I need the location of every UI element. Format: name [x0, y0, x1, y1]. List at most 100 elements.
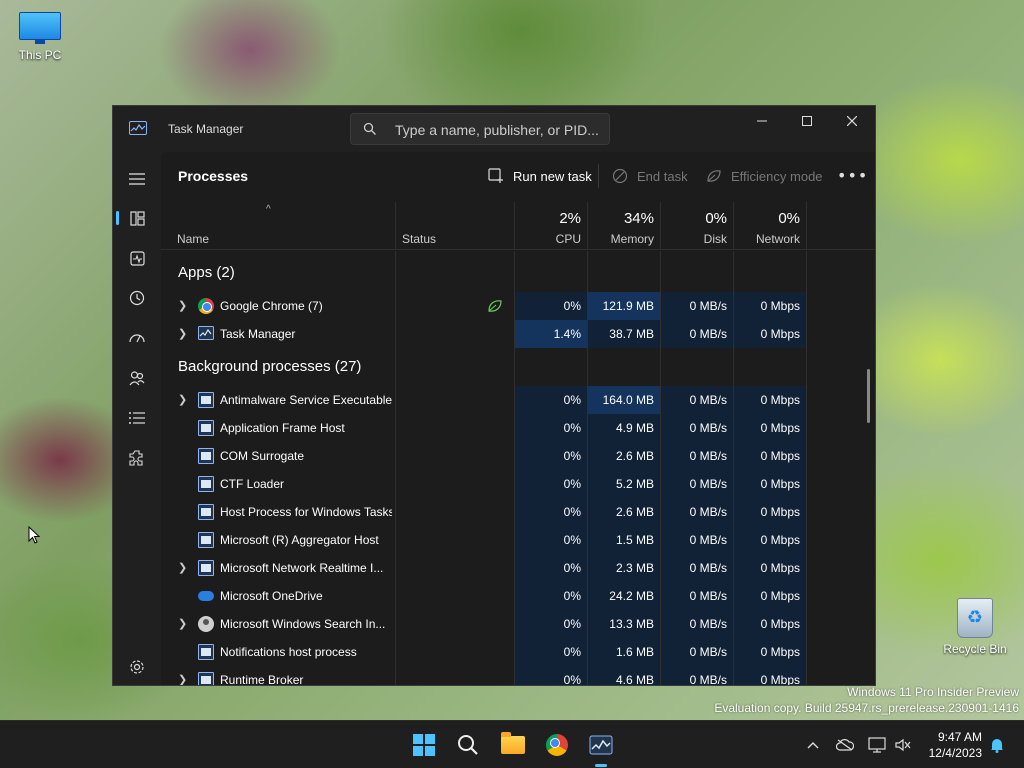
process-row-host-process-windows-tasks[interactable]: Host Process for Windows Tasks 0% 2.6 MB…: [161, 498, 875, 526]
minimize-button[interactable]: [739, 106, 785, 136]
task-manager-icon: [198, 326, 214, 342]
process-row-application-frame-host[interactable]: Application Frame Host 0% 4.9 MB 0 MB/s …: [161, 414, 875, 442]
network-value: 0 Mbps: [734, 470, 806, 498]
expand-chevron-icon[interactable]: ❯: [178, 393, 190, 406]
processes-icon: [129, 210, 145, 226]
performance-icon: [129, 250, 145, 266]
nav-services[interactable]: [121, 442, 153, 474]
expand-chevron-icon[interactable]: ❯: [178, 299, 190, 312]
title-bar[interactable]: Task Manager: [113, 106, 875, 152]
status-column-header[interactable]: Status: [396, 202, 515, 250]
expand-chevron-icon[interactable]: ❯: [178, 617, 190, 630]
cpu-value: 0%: [515, 292, 587, 320]
process-name: COM Surrogate: [220, 449, 305, 463]
process-name: CTF Loader: [220, 477, 285, 491]
process-name: Antimalware Service Executable: [220, 393, 392, 407]
task-manager-taskbar-button[interactable]: [585, 729, 617, 767]
process-icon: [198, 560, 214, 576]
clock-date: 12/4/2023: [928, 746, 982, 760]
nav-startup-apps[interactable]: [121, 322, 153, 354]
cpu-total-percent: 2%: [559, 210, 581, 227]
nav-users[interactable]: [121, 362, 153, 394]
process-icon: [198, 644, 214, 660]
nav-app-history[interactable]: [121, 282, 153, 314]
search-input[interactable]: [395, 120, 605, 140]
this-pc-label: This PC: [18, 48, 62, 62]
expand-chevron-icon[interactable]: ❯: [178, 327, 190, 340]
memory-value: 4.9 MB: [588, 414, 660, 442]
end-task-button[interactable]: End task: [611, 166, 688, 186]
settings-icon: [130, 660, 144, 674]
name-column-label: Name: [177, 232, 210, 246]
disk-value: 0 MB/s: [661, 526, 733, 554]
process-row-notifications-host[interactable]: Notifications host process 0% 1.6 MB 0 M…: [161, 638, 875, 666]
cpu-value: 0%: [515, 638, 587, 666]
process-row-ctf-loader[interactable]: CTF Loader 0% 5.2 MB 0 MB/s 0 Mbps: [161, 470, 875, 498]
expand-chevron-icon[interactable]: ❯: [178, 561, 190, 574]
leaf-icon: [705, 167, 723, 185]
network-total-percent: 0%: [778, 210, 800, 227]
process-row-windows-search-indexer[interactable]: ❯ Microsoft Windows Search In... 0% 13.3…: [161, 610, 875, 638]
cpu-column-header[interactable]: 2% CPU: [515, 202, 588, 250]
volume-tray-button[interactable]: [892, 721, 914, 768]
memory-value: 38.7 MB: [588, 320, 660, 348]
system-clock[interactable]: 9:47 AM 12/4/2023: [922, 729, 982, 761]
show-hidden-icons-button[interactable]: [803, 721, 823, 768]
disk-value: 0 MB/s: [661, 414, 733, 442]
file-explorer-icon: [501, 732, 525, 754]
process-row-runtime-broker[interactable]: ❯ Runtime Broker 0% 4.6 MB 0 MB/s 0 Mbps: [161, 666, 875, 685]
network-value: 0 Mbps: [734, 582, 806, 610]
nav-details[interactable]: [121, 402, 153, 434]
expand-chevron-icon[interactable]: ❯: [178, 673, 190, 685]
hamburger-menu-button[interactable]: [121, 163, 153, 195]
this-pc-desktop-icon[interactable]: This PC: [0, 12, 80, 62]
vertical-scrollbar[interactable]: [867, 369, 870, 423]
nav-settings[interactable]: [121, 651, 153, 683]
process-row-onedrive[interactable]: Microsoft OneDrive 0% 24.2 MB 0 MB/s 0 M…: [161, 582, 875, 610]
recycle-bin-icon: [957, 598, 993, 638]
memory-value: 2.6 MB: [588, 442, 660, 470]
network-tray-button[interactable]: [866, 721, 888, 768]
search-box[interactable]: [350, 113, 610, 145]
nav-performance[interactable]: [121, 242, 153, 274]
window-title: Task Manager: [168, 122, 244, 136]
search-icon: [363, 122, 376, 135]
more-options-button[interactable]: •••: [837, 166, 868, 185]
start-button[interactable]: [408, 729, 440, 761]
taskbar-search-button[interactable]: [452, 729, 484, 761]
process-name: Google Chrome (7): [220, 299, 323, 313]
close-button[interactable]: [829, 106, 875, 136]
file-explorer-button[interactable]: [497, 729, 529, 761]
process-row-network-realtime[interactable]: ❯ Microsoft Network Realtime I... 0% 2.3…: [161, 554, 875, 582]
maximize-button[interactable]: [784, 106, 830, 136]
name-column-header[interactable]: ^ Name: [161, 202, 396, 250]
background-processes-group-header: Background processes (27): [178, 358, 362, 375]
process-row-task-manager[interactable]: ❯ Task Manager 1.4% 38.7 MB 0 MB/s 0 Mbp…: [161, 320, 875, 348]
cpu-column-label: CPU: [555, 232, 581, 246]
process-row-aggregator-host[interactable]: Microsoft (R) Aggregator Host 0% 1.5 MB …: [161, 526, 875, 554]
process-row-antimalware[interactable]: ❯ Antimalware Service Executable 0% 164.…: [161, 386, 875, 414]
memory-column-header[interactable]: 34% Memory: [588, 202, 661, 250]
navigation-pane: [113, 152, 161, 685]
disk-value: 0 MB/s: [661, 638, 733, 666]
run-new-task-button[interactable]: Run new task: [487, 166, 592, 186]
task-manager-icon: [129, 121, 147, 135]
disk-column-header[interactable]: 0% Disk: [661, 202, 734, 250]
process-row-com-surrogate[interactable]: COM Surrogate 0% 2.6 MB 0 MB/s 0 Mbps: [161, 442, 875, 470]
network-column-header[interactable]: 0% Network: [734, 202, 807, 250]
nav-processes[interactable]: [116, 202, 153, 234]
chrome-taskbar-button[interactable]: [541, 729, 573, 761]
network-value: 0 Mbps: [734, 638, 806, 666]
process-row-google-chrome[interactable]: ❯ Google Chrome (7) 0% 121.9 MB 0 MB/s 0…: [161, 292, 875, 320]
network-value: 0 Mbps: [734, 414, 806, 442]
efficiency-mode-label: Efficiency mode: [731, 168, 823, 184]
process-icon: [198, 532, 214, 548]
details-icon: [129, 412, 145, 424]
notifications-button[interactable]: [986, 721, 1008, 768]
processes-page: Processes Run new task End task Efficien…: [161, 152, 875, 685]
onedrive-tray-button[interactable]: [834, 721, 856, 768]
bell-icon: [991, 739, 1003, 753]
search-indexer-icon: [198, 616, 214, 632]
efficiency-mode-button[interactable]: Efficiency mode: [705, 166, 823, 186]
recycle-bin-desktop-icon[interactable]: Recycle Bin: [935, 598, 1015, 656]
